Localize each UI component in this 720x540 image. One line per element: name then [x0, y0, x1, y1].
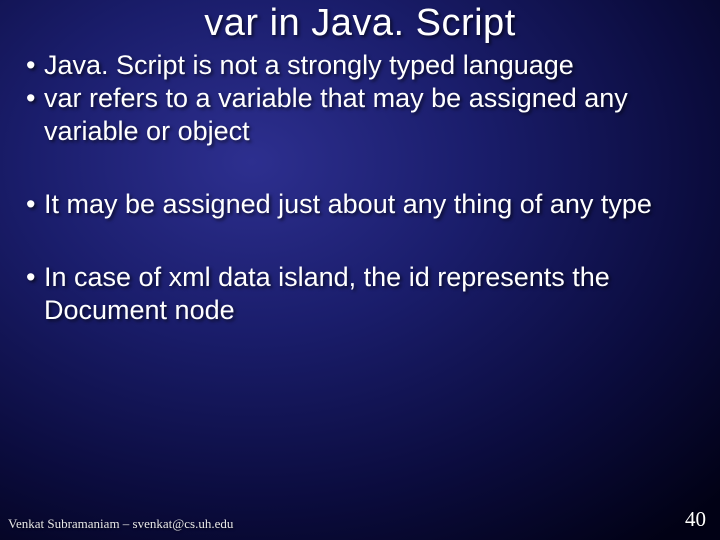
bullet-dot-icon: •: [26, 261, 44, 327]
spacer: [26, 148, 694, 188]
bullet-text: It may be assigned just about any thing …: [44, 188, 694, 221]
bullet-item: • It may be assigned just about any thin…: [26, 188, 694, 221]
page-number: 40: [685, 507, 706, 532]
bullet-text: var refers to a variable that may be ass…: [44, 82, 694, 148]
slide-content: • Java. Script is not a strongly typed l…: [0, 45, 720, 327]
footer-author: Venkat Subramaniam – svenkat@cs.uh.edu: [8, 516, 233, 532]
slide: var in Java. Script • Java. Script is no…: [0, 0, 720, 540]
bullet-item: • Java. Script is not a strongly typed l…: [26, 49, 694, 82]
slide-title: var in Java. Script: [0, 0, 720, 45]
bullet-dot-icon: •: [26, 82, 44, 148]
bullet-text: In case of xml data island, the id repre…: [44, 261, 694, 327]
bullet-text: Java. Script is not a strongly typed lan…: [44, 49, 694, 82]
bullet-item: • var refers to a variable that may be a…: [26, 82, 694, 148]
bullet-dot-icon: •: [26, 188, 44, 221]
spacer: [26, 221, 694, 261]
bullet-item: • In case of xml data island, the id rep…: [26, 261, 694, 327]
bullet-dot-icon: •: [26, 49, 44, 82]
